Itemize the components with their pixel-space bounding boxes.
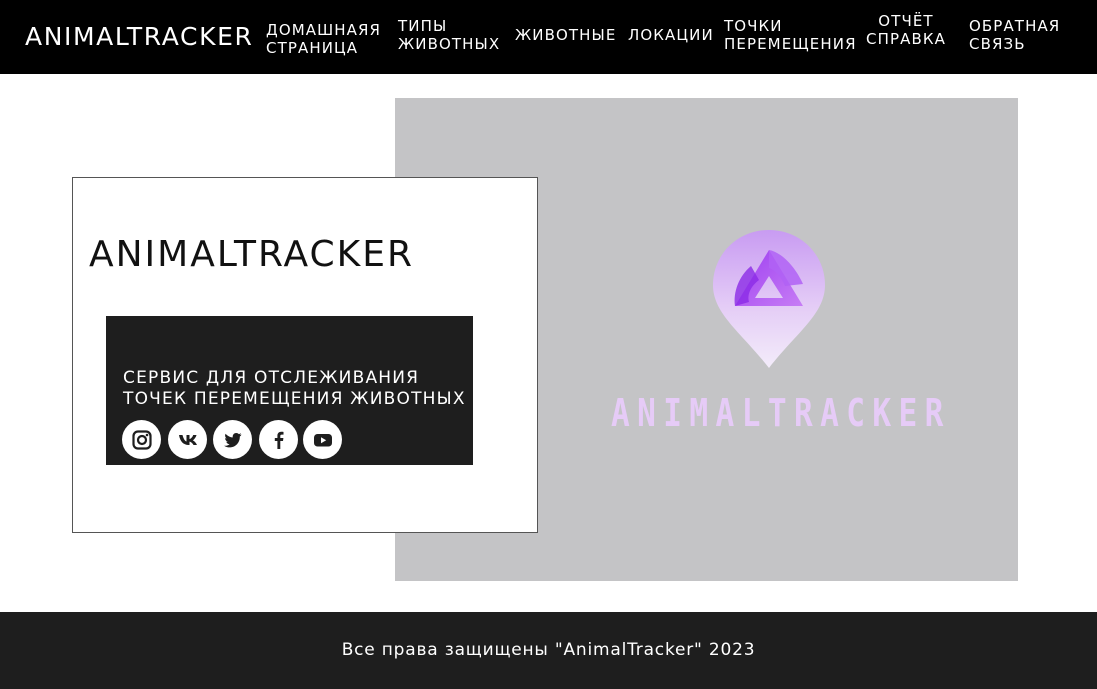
logo-wordmark: AnimalTracker — [611, 391, 951, 435]
nav-home[interactable]: Домашнаяя страница — [266, 21, 381, 57]
location-pin-logo-icon — [713, 230, 825, 368]
service-tagline: Сервис для отслеживания точек перемещени… — [123, 368, 466, 409]
nav-feedback[interactable]: Обратная связь — [969, 17, 1060, 53]
vk-icon — [178, 434, 197, 445]
brand-logo-link[interactable]: ANIMALTRACKER — [25, 22, 253, 51]
nav-animal-types[interactable]: Типы животных — [398, 17, 500, 53]
twitter-link[interactable] — [213, 420, 252, 459]
twitter-icon — [223, 432, 241, 447]
instagram-icon — [131, 429, 152, 450]
youtube-icon — [313, 433, 332, 446]
top-navbar: ANIMALTRACKER Домашнаяя страница Типы жи… — [0, 0, 1097, 74]
nav-movement-points[interactable]: Точки перемещения — [724, 17, 857, 53]
nav-animals[interactable]: Животные — [515, 26, 616, 44]
youtube-link[interactable] — [303, 420, 342, 459]
copyright-text: Все права защищены "AnimalTracker" 2023 — [341, 640, 756, 660]
facebook-icon — [274, 431, 283, 449]
nav-locations[interactable]: Локации — [628, 26, 714, 44]
nav-report[interactable]: Отчёт справка — [866, 12, 946, 48]
intro-card: ANIMALTRACKER Сервис для отслеживания то… — [72, 177, 538, 533]
page-footer: Все права защищены "AnimalTracker" 2023 — [0, 612, 1097, 689]
facebook-link[interactable] — [259, 420, 298, 459]
instagram-link[interactable] — [122, 420, 161, 459]
vk-link[interactable] — [168, 420, 207, 459]
tagline-panel: Сервис для отслеживания точек перемещени… — [106, 316, 473, 465]
page-title: ANIMALTRACKER — [89, 234, 415, 275]
